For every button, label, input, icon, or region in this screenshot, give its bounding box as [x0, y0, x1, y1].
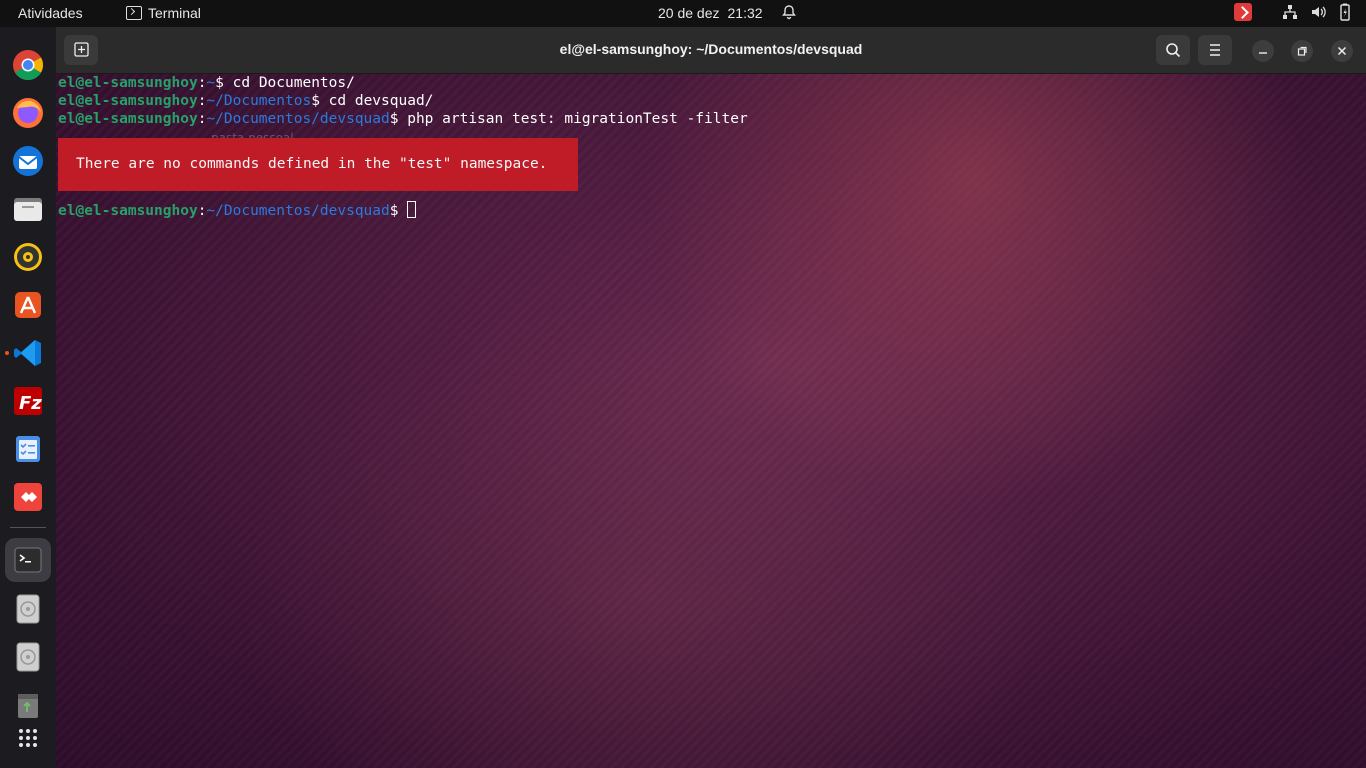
vscode-icon[interactable] — [11, 336, 45, 370]
terminal-line: el@el-samsunghoy:~/Documentos$ cd devsqu… — [58, 93, 434, 109]
thunderbird-icon[interactable] — [11, 144, 45, 178]
show-apps-icon[interactable] — [11, 721, 45, 755]
top-bar: Atividades Terminal 20 de dez 21:32 — [0, 0, 1366, 27]
time-label: 21:32 — [727, 5, 763, 21]
tasks-icon[interactable] — [11, 432, 45, 466]
trash-icon[interactable] — [11, 688, 45, 722]
minimize-icon — [1259, 52, 1267, 54]
filezilla-icon[interactable]: Fz — [11, 384, 45, 418]
close-icon — [1337, 46, 1347, 56]
terminal-output[interactable]: el@el-samsunghoy:~$ cd Documentos/ el@el… — [58, 74, 1358, 219]
anydesk-tray-icon[interactable] — [1234, 3, 1252, 21]
app-menu[interactable]: Terminal — [126, 5, 201, 21]
volume-icon[interactable] — [1310, 4, 1326, 20]
maximize-button[interactable] — [1291, 40, 1313, 62]
svg-text:Fz: Fz — [19, 393, 42, 414]
files-icon[interactable] — [11, 192, 45, 226]
terminal-window[interactable]: el@el-samsunghoy: ~/Documentos/devsquad … — [56, 27, 1366, 768]
alarm-icon — [782, 5, 796, 20]
terminal-line: el@el-samsunghoy:~$ cd Documentos/ — [58, 75, 355, 91]
menu-button[interactable] — [1198, 35, 1232, 65]
restore-icon — [1297, 46, 1307, 56]
running-indicator — [5, 351, 9, 355]
terminal-prompt-line: el@el-samsunghoy:~/Documentos/devsquad$ — [58, 201, 1358, 219]
terminal-line: el@el-samsunghoy:~/Documentos/devsquad$ … — [58, 111, 748, 127]
system-tray[interactable] — [1234, 3, 1352, 21]
disk-icon-2[interactable] — [11, 640, 45, 674]
terminal-icon[interactable] — [11, 543, 45, 577]
rhythmbox-icon[interactable] — [11, 240, 45, 274]
app-center-icon[interactable] — [11, 288, 45, 322]
search-icon — [1166, 43, 1181, 58]
firefox-icon[interactable] — [11, 96, 45, 130]
terminal-cursor — [407, 201, 417, 218]
chrome-icon[interactable] — [11, 48, 45, 82]
hamburger-icon — [1210, 44, 1220, 56]
header-bar[interactable]: el@el-samsunghoy: ~/Documentos/devsquad — [56, 27, 1366, 74]
anydesk-icon[interactable] — [11, 480, 45, 514]
dock-separator — [10, 527, 46, 528]
minimize-button[interactable] — [1252, 40, 1274, 62]
close-button[interactable] — [1331, 40, 1353, 62]
date-label: 20 de dez — [658, 5, 720, 21]
app-name: Terminal — [148, 5, 201, 21]
error-message: There are no commands defined in the "te… — [58, 138, 578, 191]
disk-icon[interactable] — [11, 592, 45, 626]
search-button[interactable] — [1156, 35, 1190, 65]
clock[interactable]: 20 de dez 21:32 — [658, 5, 763, 21]
network-icon[interactable] — [1282, 4, 1298, 20]
battery-icon[interactable] — [1338, 3, 1352, 21]
activities-button[interactable]: Atividades — [18, 5, 83, 21]
dock: Fz — [0, 27, 56, 768]
terminal-small-icon — [126, 6, 142, 20]
